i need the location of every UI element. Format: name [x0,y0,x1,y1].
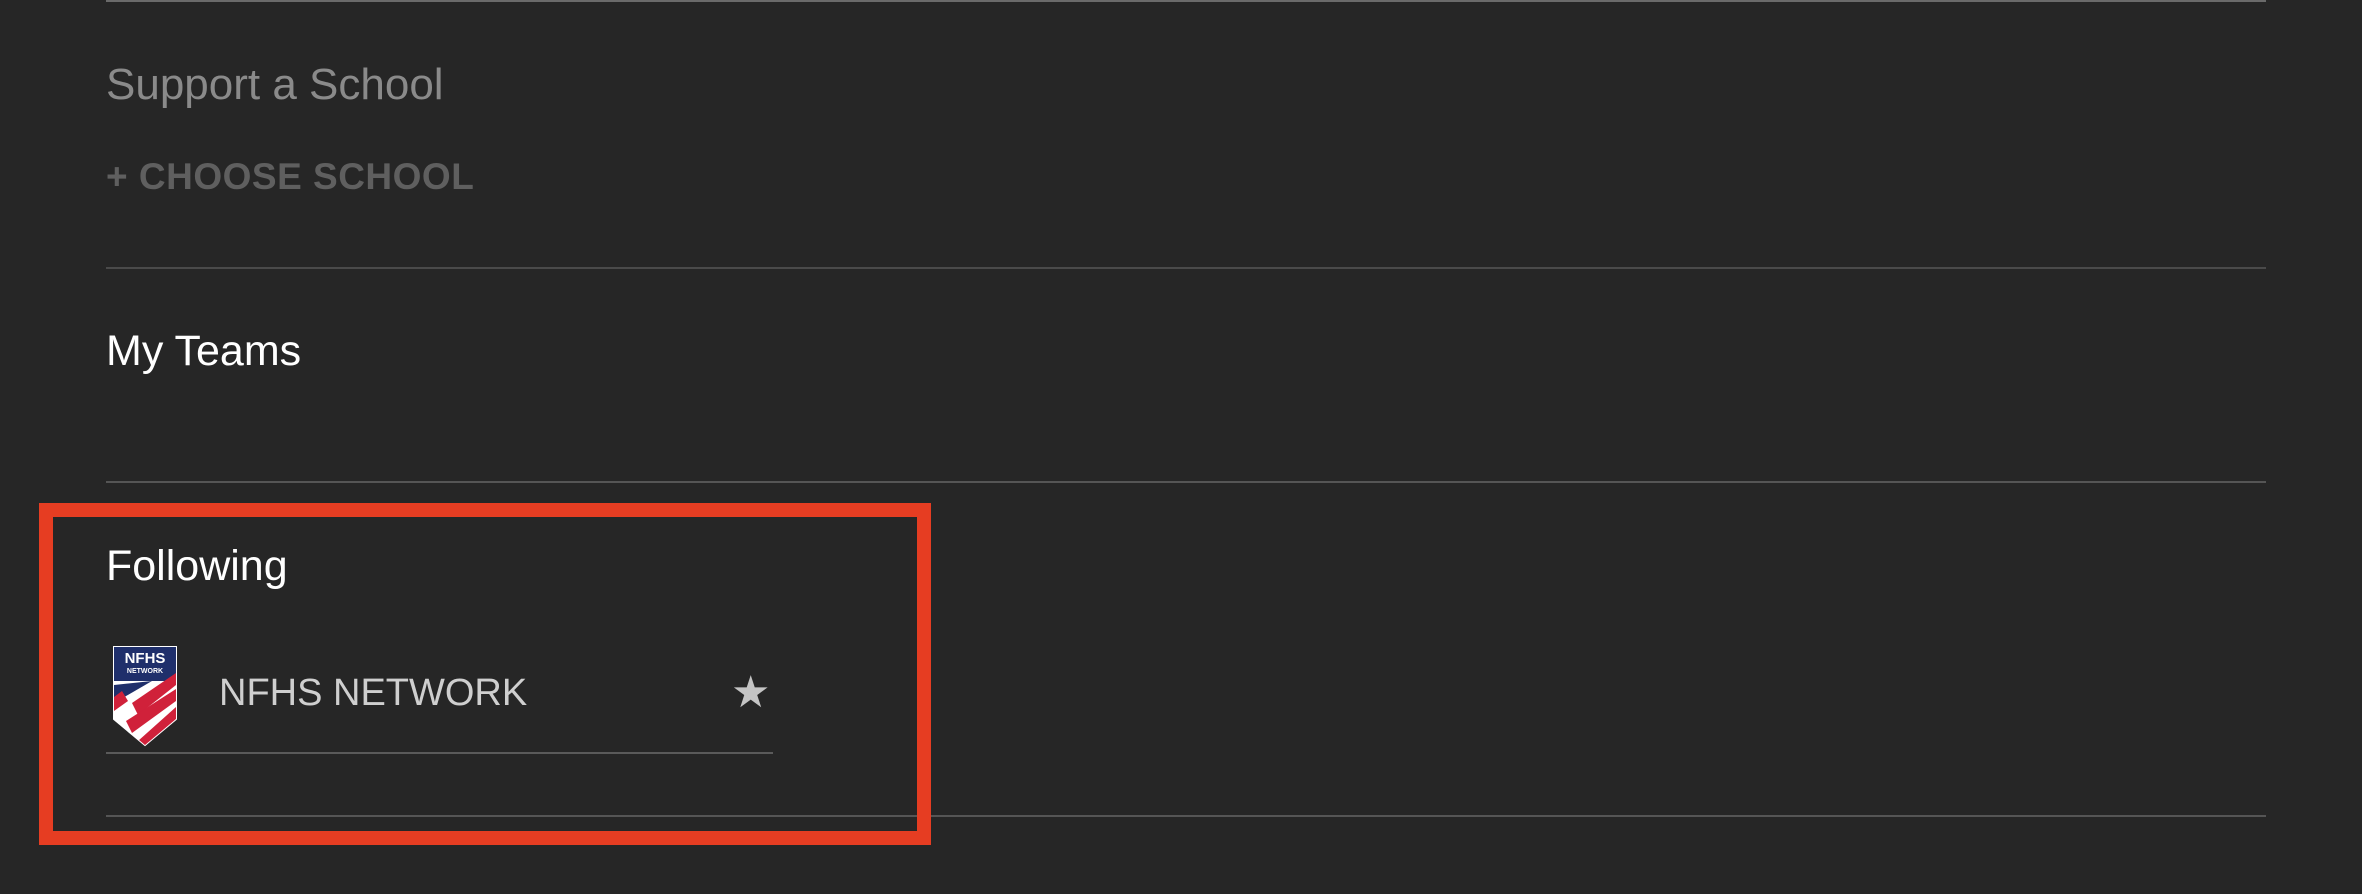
following-list-item[interactable]: NFHS NETWORK NFHS NETWORK ★ [106,640,773,754]
svg-text:NFHS: NFHS [125,650,166,667]
star-icon[interactable]: ★ [731,671,770,715]
svg-text:NETWORK: NETWORK [127,668,163,675]
following-title: Following [106,542,288,590]
my-teams-title: My Teams [106,327,302,375]
top-divider [106,0,2266,2]
support-school-title: Support a School [106,60,444,109]
choose-school-button[interactable]: + CHOOSE SCHOOL [106,156,474,198]
row-divider [106,752,773,754]
section-divider [106,267,2266,269]
section-divider [106,815,2266,817]
team-name: NFHS NETWORK [219,672,528,714]
section-divider [106,481,2266,483]
nfhs-network-logo: NFHS NETWORK [113,646,177,747]
